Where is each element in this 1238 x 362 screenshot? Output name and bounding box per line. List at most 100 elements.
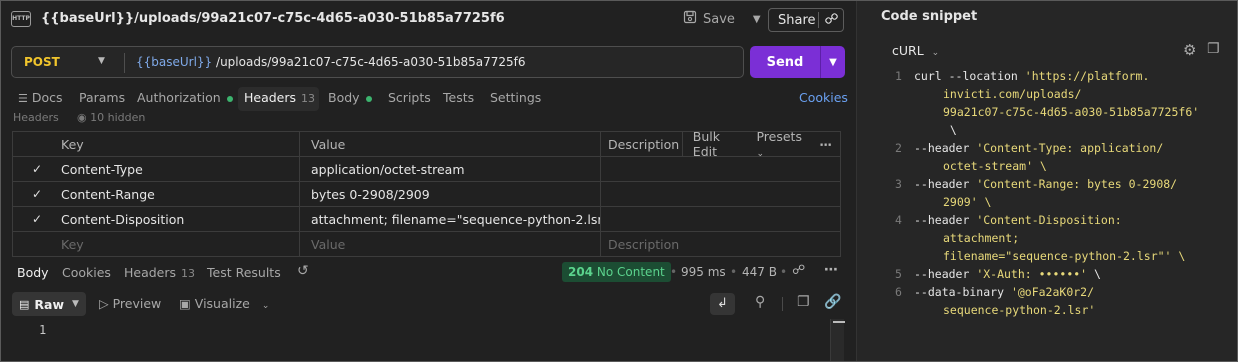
code-string: 'https://platform. — [1024, 69, 1150, 83]
request-title[interactable]: {{baseUrl}}/uploads/99a21c07-c75c-4d65-a… — [41, 11, 505, 26]
format-label: Raw — [34, 296, 65, 312]
presets-dropdown[interactable]: Presets ⌄ — [748, 129, 811, 159]
language-select[interactable]: cURL ⌄ — [892, 43, 939, 58]
chevron-down-icon[interactable]: ▼ — [98, 56, 105, 66]
globe-icon[interactable]: ☍ — [792, 263, 805, 278]
copy-icon[interactable]: ❐ — [1207, 41, 1220, 57]
tab-docs[interactable]: ☰ Docs — [18, 90, 63, 105]
header-value[interactable]: attachment; filename="sequence-python-2.… — [300, 207, 601, 231]
request-tabs: ☰ Docs Params Authorization Headers 13 Bo… — [1, 87, 855, 111]
headers-section-label: Headers — [13, 111, 59, 124]
line-number: 2 — [895, 141, 902, 155]
tab-test-results[interactable]: Test Results — [207, 265, 281, 280]
bulk-edit-button[interactable]: Bulk Edit — [681, 129, 749, 159]
scrollbar-thumb[interactable] — [833, 321, 845, 323]
chevron-down-icon[interactable]: ▼ — [753, 14, 761, 25]
method-select[interactable]: POST — [24, 55, 60, 69]
code-line: 4 --header 'Content-Disposition: — [857, 211, 1237, 229]
share-button[interactable]: Share — [768, 8, 844, 32]
tab-label: Authorization — [137, 90, 221, 105]
table-header-row: Key Value Description Bulk Edit Presets … — [13, 129, 841, 159]
format-select[interactable]: ▤ Raw ▼ — [12, 292, 86, 316]
tab-response-headers[interactable]: Headers 13 — [124, 265, 195, 280]
tab-settings[interactable]: Settings — [490, 90, 541, 105]
checkbox-checked-icon[interactable]: ✓ — [13, 187, 61, 201]
send-button[interactable]: Send ▼ — [750, 46, 845, 78]
code-block: 1 curl --location 'https://platform. invi… — [857, 67, 1237, 319]
code-string: 'Content-Range: bytes 0-2908/ — [976, 177, 1178, 191]
tab-tests[interactable]: Tests — [443, 90, 474, 105]
request-pane: HTTP {{baseUrl}}/uploads/99a21c07-c75c-4… — [1, 1, 855, 361]
tab-response-cookies[interactable]: Cookies — [62, 265, 111, 280]
header-key[interactable]: Content-Disposition — [61, 207, 300, 231]
header-key[interactable]: Content-Range — [61, 182, 300, 206]
code-line: 2 --header 'Content-Type: application/ — [857, 139, 1237, 157]
column-header-key: Key — [61, 132, 300, 156]
header-description[interactable] — [601, 157, 840, 181]
code-string: 'Content-Disposition: — [976, 213, 1122, 227]
hidden-headers-toggle[interactable]: ◉ 10 hidden — [77, 111, 145, 125]
code-keyword: --header — [914, 267, 977, 281]
checkbox-checked-icon[interactable]: ✓ — [13, 212, 61, 226]
tab-label: Headers — [244, 90, 297, 105]
panel-title: Code snippet — [881, 9, 978, 24]
code-line: 6 --data-binary '@oFa2aK0r2/ — [857, 283, 1237, 301]
save-button[interactable]: Save ▼ — [683, 8, 761, 30]
new-value-input[interactable]: Value — [300, 232, 601, 256]
raw-icon: ▤ — [19, 297, 30, 311]
line-number: 1 — [895, 69, 902, 83]
table-row-placeholder: Key Value Description — [13, 232, 840, 257]
chevron-down-icon: ⌄ — [931, 48, 940, 58]
wrap-lines-icon[interactable]: ↲ — [710, 293, 735, 315]
save-label: Save — [703, 11, 735, 27]
headers-table: Key Value Description Bulk Edit Presets … — [12, 129, 841, 257]
more-options-icon[interactable]: ⋯ — [824, 262, 838, 278]
header-description[interactable] — [601, 182, 840, 206]
header-value[interactable]: bytes 0-2908/2909 — [300, 182, 601, 206]
new-description-input[interactable]: Description — [601, 232, 840, 256]
url-bar: POST ▼ {{baseUrl}} /uploads/99a21c07-c75… — [11, 46, 744, 78]
tab-headers[interactable]: Headers 13 — [244, 90, 315, 105]
chevron-down-icon[interactable]: ▼ — [821, 57, 845, 68]
code-string: 'Content-Type: application/ — [976, 141, 1164, 155]
header-value[interactable]: application/octet-stream — [300, 157, 601, 181]
code-line: 1 curl --location 'https://platform. — [857, 67, 1237, 85]
gear-icon[interactable]: ⚙ — [1183, 41, 1196, 59]
request-title-bar: HTTP {{baseUrl}}/uploads/99a21c07-c75c-4… — [1, 1, 855, 37]
scrollbar[interactable] — [830, 319, 844, 361]
tab-label: Docs — [31, 90, 63, 105]
checkbox-checked-icon[interactable]: ✓ — [13, 162, 61, 176]
column-header-description: Description — [608, 136, 680, 152]
count-badge: 13 — [301, 92, 316, 105]
table-row: ✓ Content-Range bytes 0-2908/2909 — [13, 182, 840, 207]
code-line: 3 --header 'Content-Range: bytes 0-2908/ — [857, 175, 1237, 193]
more-options-icon[interactable]: ⋯ — [812, 137, 841, 152]
header-key[interactable]: Content-Type — [61, 157, 300, 181]
cookies-link[interactable]: Cookies — [799, 90, 848, 105]
search-icon[interactable]: ⚲ — [755, 294, 765, 310]
tab-body[interactable]: Body — [328, 90, 372, 105]
visualize-button[interactable]: ▣ Visualize ⌄ — [179, 296, 269, 311]
tab-params[interactable]: Params — [79, 90, 125, 105]
link-icon[interactable] — [819, 12, 843, 28]
line-number: 3 — [895, 177, 902, 191]
status-badge: 204 No Content — [562, 262, 671, 282]
tab-scripts[interactable]: Scripts — [388, 90, 431, 105]
header-description[interactable] — [601, 207, 840, 231]
response-size: 447 B — [742, 265, 777, 279]
tab-label: Headers — [124, 265, 177, 280]
copy-icon[interactable]: ❐ — [797, 294, 810, 310]
link-icon[interactable]: 🔗 — [824, 294, 841, 310]
code-continuation: octet-stream' \ — [943, 159, 1047, 173]
code-keyword: \ — [1087, 267, 1101, 281]
new-key-input[interactable]: Key — [61, 232, 300, 256]
tab-authorization[interactable]: Authorization — [137, 90, 233, 105]
status-text: No Content — [596, 265, 665, 279]
code-keyword: --data-binary — [914, 285, 1011, 299]
divider — [782, 297, 783, 311]
history-icon[interactable]: ↺ — [297, 263, 309, 279]
status-dot-icon — [365, 95, 372, 102]
preview-button[interactable]: ▷ Preview — [99, 296, 161, 311]
tab-response-body[interactable]: Body — [17, 265, 49, 280]
url-input[interactable]: {{baseUrl}} /uploads/99a21c07-c75c-4d65-… — [136, 55, 525, 69]
